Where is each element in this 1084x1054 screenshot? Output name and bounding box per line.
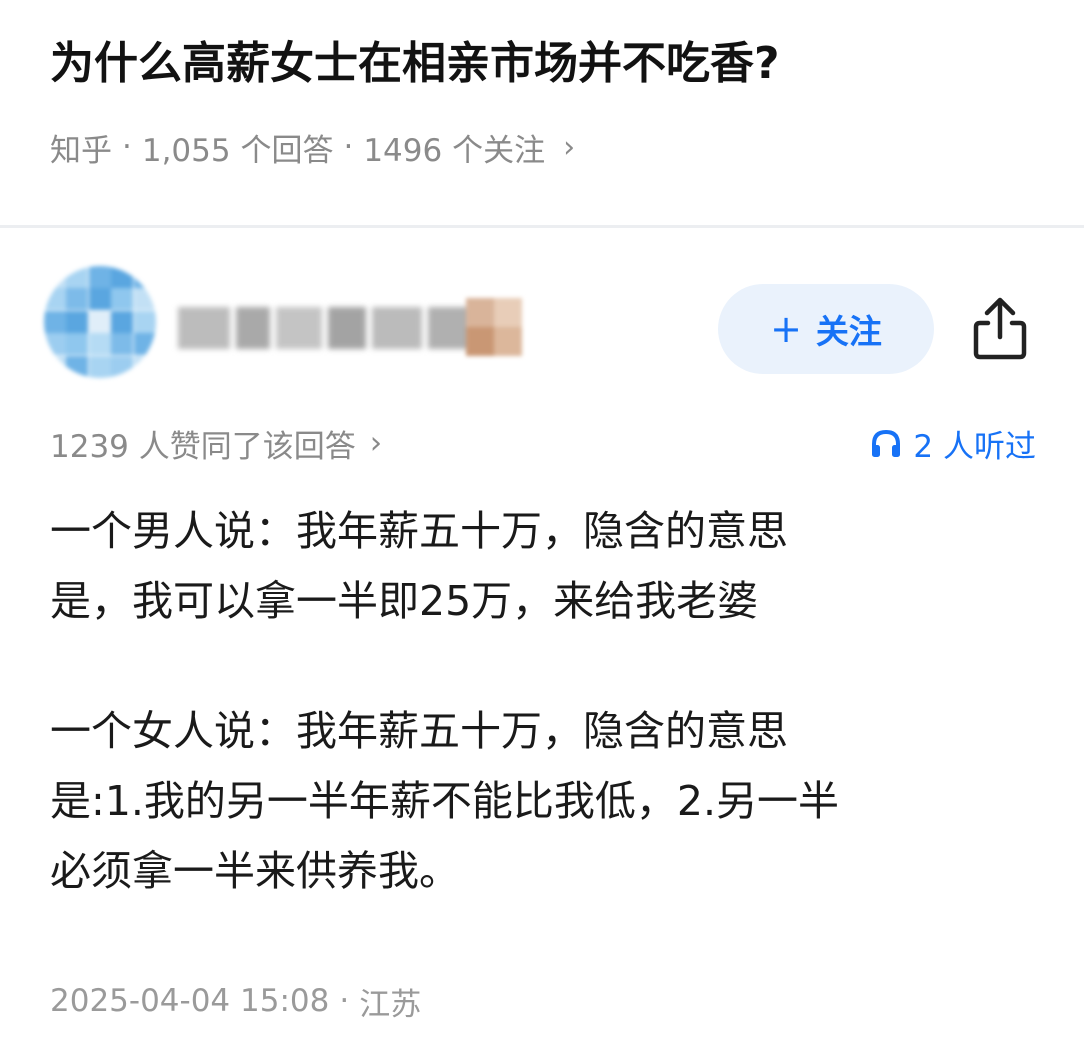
headphones-icon <box>872 429 901 457</box>
author-badge-icon <box>466 298 522 356</box>
divider <box>0 225 1084 228</box>
meta-separator: · <box>122 129 132 165</box>
followers-count: 1496 个关注 <box>363 132 546 169</box>
answer-footer: 2025-04-04 15:08 · 江苏 <box>50 974 421 1028</box>
answer-line: 是:1.我的另一半年薪不能比我低，2.另一半 <box>50 777 840 825</box>
plus-icon: + <box>770 307 802 351</box>
meta-separator: · <box>343 129 354 165</box>
listen-count[interactable]: 2 人听过 <box>869 418 1036 468</box>
answer-content: 一个男人说：我年薪五十万，隐含的意思 是，我可以拿一半即25万，来给我老婆 一个… <box>50 496 1040 906</box>
timestamp: 2025-04-04 15:08 <box>50 983 330 1019</box>
follow-button[interactable]: + 关注 <box>718 284 934 374</box>
answer-line: 必须拿一半来供养我。 <box>50 847 460 895</box>
source-label: 知乎 <box>50 132 112 169</box>
location: 江苏 <box>359 986 422 1023</box>
answers-count: 1,055 个回答 <box>141 132 334 169</box>
upvote-label: 1239 人赞同了该回答 <box>50 428 356 465</box>
question-meta[interactable]: 知乎 · 1,055 个回答 · 1496 个关注 › <box>50 122 575 172</box>
answer-line: 一个男人说：我年薪五十万，隐含的意思 <box>50 507 788 555</box>
question-title[interactable]: 为什么高薪女士在相亲市场并不吃香? <box>50 28 1050 100</box>
meta-separator: · <box>339 983 350 1019</box>
answer-line: 是，我可以拿一半即25万，来给我老婆 <box>50 577 759 625</box>
upvote-count[interactable]: 1239 人赞同了该回答 › <box>50 418 382 468</box>
chevron-right-icon: › <box>369 425 383 461</box>
listen-label: 2 人听过 <box>913 428 1036 465</box>
chevron-right-icon: › <box>563 129 576 165</box>
answer-line: 一个女人说：我年薪五十万，隐含的意思 <box>50 707 788 755</box>
follow-label: 关注 <box>815 312 882 351</box>
avatar-icon[interactable] <box>44 266 156 378</box>
share-icon[interactable] <box>968 295 1032 363</box>
